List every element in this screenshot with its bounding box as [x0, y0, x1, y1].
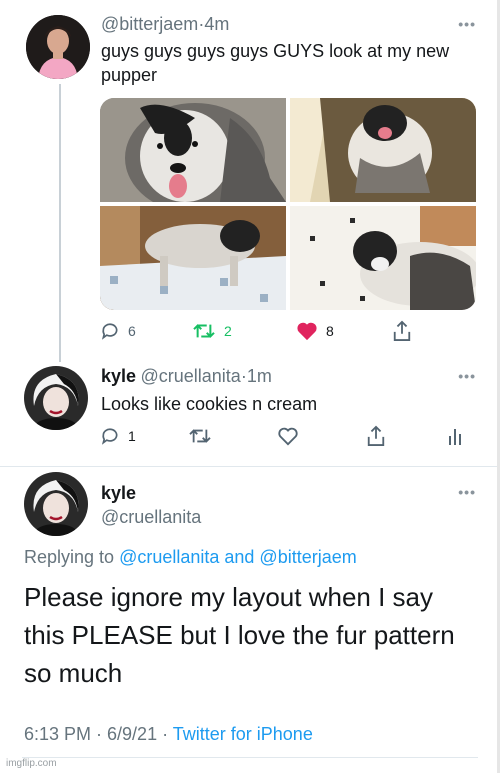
watermark: imgflip.com [6, 758, 57, 769]
tweet-meta: 6:13 PM · 6/9/21 · Twitter for iPhone [24, 724, 313, 745]
replying-to-mentions[interactable]: @cruellanita and @bitterjaem [119, 547, 357, 567]
username-handle[interactable]: @bitterjaem [101, 14, 198, 34]
reply-button[interactable]: 1 [100, 424, 136, 448]
like-count: 8 [326, 323, 334, 339]
tweet-text-line: Please ignore my layout when I say [24, 582, 433, 612]
analytics-button[interactable] [448, 424, 464, 448]
tweet-actions: 1 [100, 424, 470, 448]
replying-to-label: Replying to [24, 547, 115, 567]
like-button[interactable]: 8 [296, 319, 334, 343]
tweet-time[interactable]: 4m [204, 14, 229, 34]
retweet-icon [189, 429, 211, 443]
share-button[interactable] [392, 319, 412, 343]
retweet-button[interactable] [188, 424, 212, 448]
focused-tweet-text: Please ignore my layout when I say this … [24, 578, 479, 692]
reply-icon [101, 428, 118, 445]
heart-icon [297, 322, 317, 341]
dog-photo-kitchen[interactable] [100, 206, 286, 310]
avatar-bitterjaem[interactable] [26, 15, 90, 79]
reply-icon [101, 323, 118, 340]
username-handle[interactable]: @cruellanita [141, 366, 241, 386]
retweet-count: 2 [224, 323, 232, 339]
tweet-text-line: so much [24, 658, 123, 688]
thread-line [59, 84, 61, 362]
analytics-icon [449, 429, 461, 445]
tweet-actions: 6 2 8 [100, 319, 420, 343]
heart-outline-icon [278, 427, 298, 446]
retweet-icon [193, 324, 215, 338]
avatar-kyle[interactable] [24, 472, 88, 536]
tweet-text: Looks like cookies n cream [101, 394, 318, 414]
retweet-button[interactable]: 2 [192, 319, 232, 343]
photo-grid [100, 98, 476, 310]
reply-count: 1 [128, 428, 136, 444]
dog-photo-closeup[interactable] [100, 98, 286, 202]
tweet-header: @bitterjaem·4m [101, 14, 229, 35]
reply-button[interactable]: 6 [100, 319, 136, 343]
username-handle[interactable]: @cruellanita [101, 507, 201, 528]
more-options-icon[interactable]: ••• [458, 485, 476, 499]
divider [22, 757, 478, 758]
tweet-timestamp[interactable]: 6:13 PM · 6/9/21 · [24, 724, 168, 744]
dog-photo-on-floor[interactable] [290, 98, 476, 202]
tweet-original[interactable]: @bitterjaem·4m ••• guys guys guys guys G… [0, 0, 500, 362]
reply-count: 6 [128, 323, 136, 339]
share-button[interactable] [366, 424, 386, 448]
tweet-reply-1[interactable]: kyle @cruellanita·1m ••• Looks like cook… [0, 358, 500, 458]
tweet-header: kyle @cruellanita·1m [101, 366, 272, 387]
more-options-icon[interactable]: ••• [458, 369, 476, 383]
share-icon [367, 425, 385, 446]
display-name[interactable]: kyle [101, 366, 136, 386]
tweet-time[interactable]: 1m [247, 366, 272, 386]
share-icon [393, 320, 411, 341]
more-options-icon[interactable]: ••• [458, 17, 476, 31]
tweet-text: guys guys guys guys GUYS look at my new … [101, 41, 450, 85]
dog-photo-lying[interactable] [290, 206, 476, 310]
display-name[interactable]: kyle [101, 483, 136, 504]
replying-to: Replying to @cruellanita and @bitterjaem [24, 547, 357, 568]
tweet-source[interactable]: Twitter for iPhone [173, 724, 313, 744]
tweet-text-line: this PLEASE but I love the fur pattern [24, 620, 455, 650]
like-button[interactable] [277, 424, 299, 448]
avatar-kyle[interactable] [24, 366, 88, 430]
